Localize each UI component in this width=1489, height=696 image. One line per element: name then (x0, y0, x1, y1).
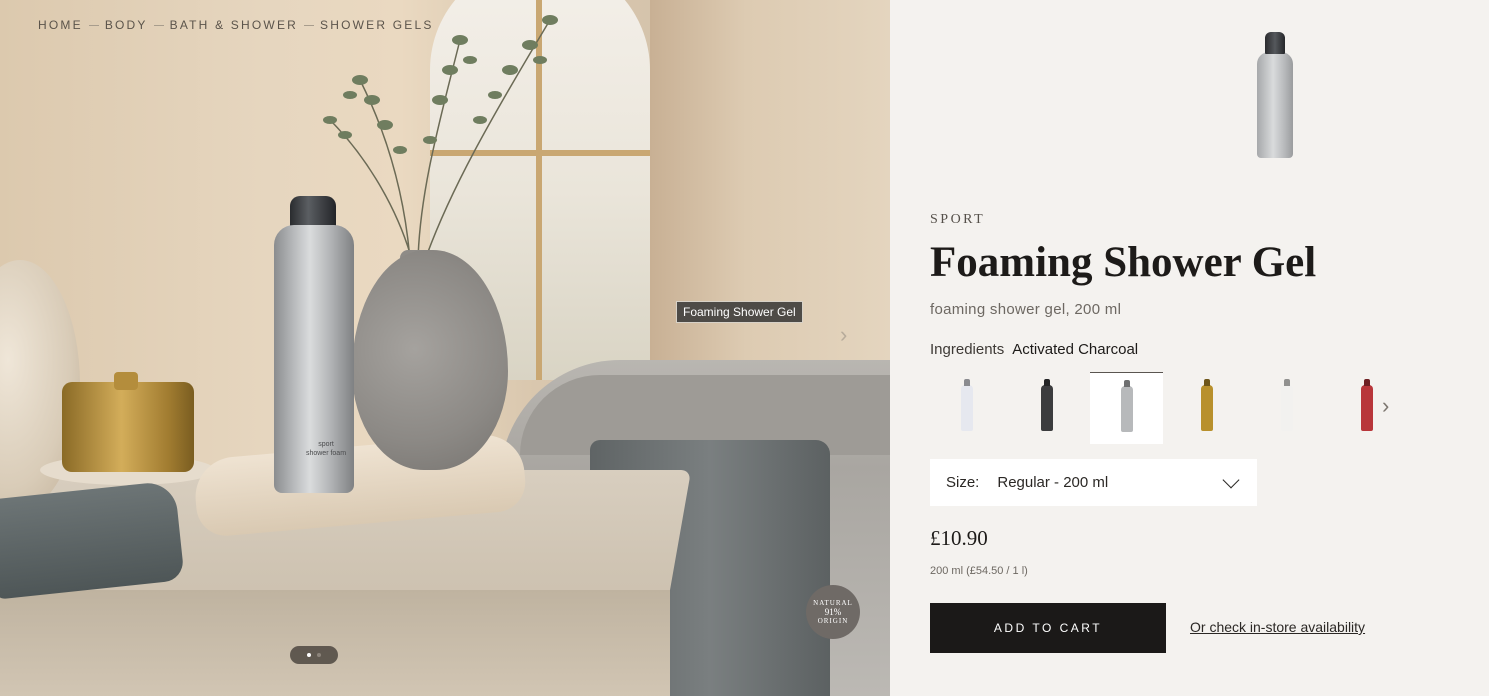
product-subtitle: foaming shower gel, 200 ml (930, 301, 1122, 318)
variant-6[interactable] (1330, 372, 1403, 444)
hero-next-arrow-icon[interactable]: › (840, 322, 847, 348)
product-thumbnail[interactable] (1257, 32, 1293, 158)
variant-bottle-icon (1280, 385, 1293, 431)
ingredients-label: Ingredients (930, 341, 1005, 358)
variants-next-arrow-icon[interactable]: › (1382, 393, 1389, 419)
variant-bottle-icon (960, 385, 973, 431)
breadcrumb-shower-gels[interactable]: SHOWER GELS (320, 18, 434, 32)
variant-bottle-icon (1040, 385, 1053, 431)
image-tooltip: Foaming Shower Gel (676, 301, 803, 323)
price: £10.90 (930, 526, 988, 550)
variant-bottle-icon (1120, 385, 1133, 432)
product-title: Foaming Shower Gel (930, 239, 1317, 286)
variant-bottle-icon (1360, 385, 1373, 431)
variant-bottle-icon (1200, 385, 1213, 431)
breadcrumb: HOME BODY BATH & SHOWER SHOWER GELS (38, 18, 434, 32)
breadcrumb-bath-shower[interactable]: BATH & SHOWER (170, 18, 298, 32)
variant-picker (930, 372, 1410, 444)
ingredients: Ingredients Activated Charcoal (930, 341, 1138, 358)
store-availability-link[interactable]: Or check in-store availability (1190, 619, 1365, 635)
hero-image: sport shower foam (0, 0, 890, 696)
variant-1[interactable] (930, 372, 1003, 444)
carousel-dots (290, 646, 338, 664)
breadcrumb-body[interactable]: BODY (105, 18, 148, 32)
natural-origin-badge: NATURAL 91% ORIGIN (806, 585, 860, 639)
grey-vase (352, 250, 508, 470)
chevron-down-icon (1222, 471, 1240, 488)
breadcrumb-home[interactable]: HOME (38, 18, 83, 32)
variant-4[interactable] (1170, 372, 1243, 444)
eucalyptus-stems (323, 15, 558, 260)
ingredients-value[interactable]: Activated Charcoal (1012, 341, 1138, 358)
add-to-cart-button[interactable]: ADD TO CART (930, 603, 1166, 653)
gold-jar (62, 382, 194, 472)
variant-2[interactable] (1010, 372, 1083, 444)
size-value: Regular - 200 ml (997, 474, 1109, 491)
unit-price: 200 ml (£54.50 / 1 l) (930, 565, 1028, 577)
collection-label: SPORT (930, 212, 986, 227)
bottle-label: sport shower foam (305, 441, 347, 457)
carousel-dot-2[interactable] (317, 653, 321, 657)
variant-3[interactable] (1090, 372, 1163, 444)
size-select[interactable]: Size: Regular - 200 ml (930, 459, 1257, 506)
product-panel: SPORT Foaming Shower Gel foaming shower … (890, 0, 1489, 696)
carousel-dot-1[interactable] (307, 653, 311, 657)
size-label: Size: (946, 474, 980, 491)
folded-towel (0, 480, 185, 600)
variant-5[interactable] (1250, 372, 1323, 444)
